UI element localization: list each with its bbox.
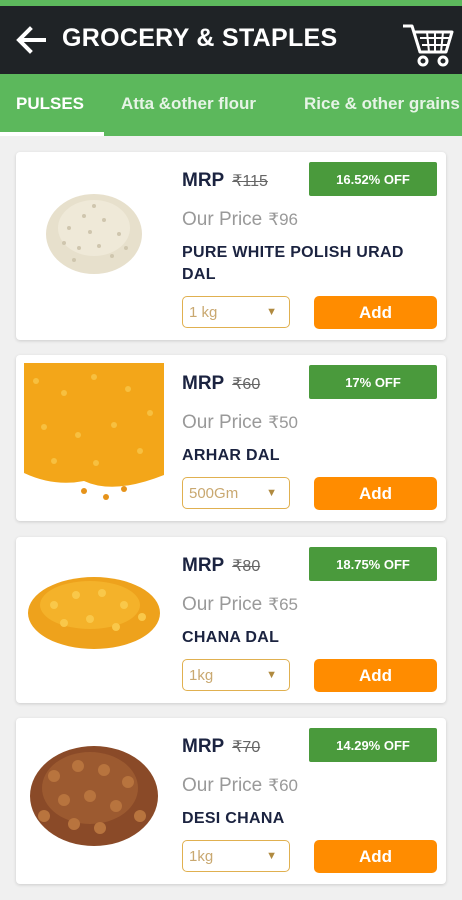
- chevron-down-icon: ▼: [266, 669, 277, 681]
- chevron-down-icon: ▼: [266, 850, 277, 862]
- discount-badge: 17% OFF: [309, 365, 437, 399]
- chevron-down-icon: ▼: [266, 306, 277, 318]
- unit-select[interactable]: 1kg ▼: [182, 840, 290, 872]
- our-price: Our Price ₹50: [182, 412, 298, 433]
- mrp-value: ₹80: [232, 558, 261, 575]
- product-name: CHANA DAL: [182, 629, 280, 646]
- discount-badge: 14.29% OFF: [309, 728, 437, 762]
- product-name: DESI CHANA: [182, 810, 285, 827]
- add-button[interactable]: Add: [314, 296, 437, 329]
- chana-dal-image: [28, 577, 160, 649]
- add-button[interactable]: Add: [314, 840, 437, 873]
- mrp: MRP ₹80: [182, 555, 261, 576]
- mrp: MRP ₹60: [182, 373, 261, 394]
- tab-pulses[interactable]: PULSES: [16, 94, 84, 114]
- tab-atta-flour[interactable]: Atta &other flour: [121, 94, 256, 114]
- arhar-dal-image: [24, 363, 164, 500]
- mrp: MRP ₹115: [182, 170, 268, 191]
- urad-dal-image: [46, 194, 142, 274]
- product-card: MRP ₹115 16.52% OFF Our Price ₹96 PURE WHI…: [16, 152, 446, 340]
- discount-badge: 16.52% OFF: [309, 162, 437, 196]
- unit-select[interactable]: 500Gm ▼: [182, 477, 290, 509]
- mrp-value: ₹60: [232, 376, 261, 393]
- mrp-value: ₹115: [232, 173, 268, 190]
- discount-badge: 18.75% OFF: [309, 547, 437, 581]
- category-tabs: PULSES Atta &other flour Rice & other gr…: [0, 74, 462, 136]
- back-arrow-icon[interactable]: [14, 24, 48, 56]
- page-title: GROCERY & STAPLES: [62, 24, 338, 52]
- add-button[interactable]: Add: [314, 659, 437, 692]
- mrp-value: ₹70: [232, 739, 261, 756]
- product-name: PURE WHITE POLISH URAD DAL: [182, 244, 404, 283]
- unit-select[interactable]: 1kg ▼: [182, 659, 290, 691]
- our-price: Our Price ₹60: [182, 775, 298, 796]
- tab-rice-grains[interactable]: Rice & other grains: [304, 94, 460, 114]
- our-price-value: ₹60: [268, 776, 298, 795]
- active-tab-indicator: [0, 132, 104, 136]
- product-card: MRP ₹60 17% OFF Our Price ₹50 ARHAR DAL 50…: [16, 355, 446, 521]
- chevron-down-icon: ▼: [266, 487, 277, 499]
- product-card: MRP ₹70 14.29% OFF Our Price ₹60 DESI CHAN…: [16, 718, 446, 884]
- our-price-value: ₹96: [268, 210, 298, 229]
- our-price: Our Price ₹65: [182, 594, 298, 615]
- our-price-value: ₹65: [268, 595, 298, 614]
- product-name: ARHAR DAL: [182, 447, 280, 464]
- cart-icon[interactable]: [400, 20, 454, 68]
- product-card: MRP ₹80 18.75% OFF Our Price ₹65 CHANA DAL…: [16, 537, 446, 703]
- unit-select[interactable]: 1 kg ▼: [182, 296, 290, 328]
- app-header: GROCERY & STAPLES: [0, 6, 462, 74]
- our-price: Our Price ₹96: [182, 209, 298, 230]
- mrp: MRP ₹70: [182, 736, 261, 757]
- our-price-value: ₹50: [268, 413, 298, 432]
- desi-chana-image: [30, 746, 158, 846]
- add-button[interactable]: Add: [314, 477, 437, 510]
